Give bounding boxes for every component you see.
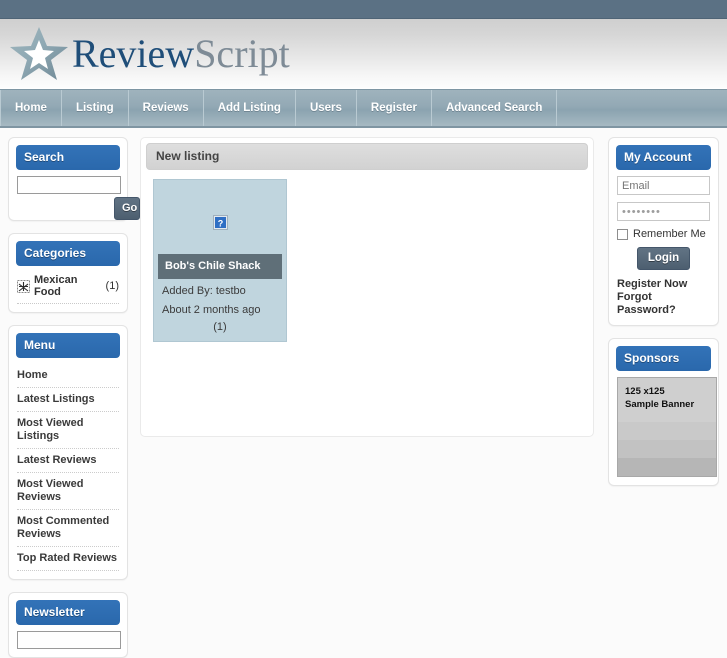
search-widget: Search Go [8,137,140,221]
sponsors-widget-body: 125 x125 Sample Banner [609,377,718,477]
menu-item-most-viewed-listings[interactable]: Most Viewed Listings [17,412,119,449]
main-navigation: Home Listing Reviews Add Listing Users R… [0,89,727,128]
remember-me-checkbox[interactable] [617,228,628,240]
sponsor-banner-size: 125 x125 [625,386,665,397]
nav-add-listing[interactable]: Add Listing [204,90,296,126]
banner-band-1 [618,422,716,440]
newsletter-widget: Newsletter [8,592,128,658]
nav-home[interactable]: Home [0,90,62,126]
logo-text-secondary: Script [194,31,290,76]
listing-rating-count: (1) [213,321,227,333]
newsletter-email-input[interactable] [17,631,121,649]
broken-image-icon: ? [212,214,228,230]
banner-band-3 [618,458,716,476]
menu-widget-title: Menu [16,333,120,358]
star-icon [10,27,68,80]
categories-widget-body: Mexican Food (1) [9,272,127,304]
password-field[interactable] [617,202,710,221]
category-item-mexican-food[interactable]: Mexican Food (1) [17,272,119,304]
new-listing-panel: New listing ? Bob's Chile Shack Added By… [140,137,594,437]
menu-widget: Menu Home Latest Listings Most Viewed Li… [8,325,128,580]
email-field[interactable] [617,176,710,195]
sponsors-widget: Sponsors 125 x125 Sample Banner [608,338,719,486]
logo-wordmark: ReviewScript [72,34,290,74]
forgot-password-link[interactable]: Forgot Password? [617,291,710,317]
remember-me-row[interactable]: Remember Me [617,228,710,240]
search-widget-title: Search [16,145,120,170]
listing-card[interactable]: ? Bob's Chile Shack Added By: testbo Abo… [153,179,287,342]
newsletter-widget-body [9,631,127,649]
left-sidebar: Search Go Categories Mexican Food (1) Me… [0,137,140,658]
sponsor-banner-text: 125 x125 Sample Banner [618,378,716,411]
top-accent-bar [0,0,727,19]
menu-item-latest-reviews[interactable]: Latest Reviews [17,449,119,473]
categories-widget-title: Categories [16,241,120,266]
menu-item-most-commented-reviews[interactable]: Most Commented Reviews [17,510,119,547]
my-account-widget-body: Remember Me Login Register Now Forgot Pa… [609,176,718,317]
menu-widget-body: Home Latest Listings Most Viewed Listing… [9,364,127,571]
nav-reviews[interactable]: Reviews [129,90,204,126]
menu-item-top-rated-reviews[interactable]: Top Rated Reviews [17,547,119,571]
page-content: Search Go Categories Mexican Food (1) Me… [0,128,727,658]
sponsor-banner[interactable]: 125 x125 Sample Banner [617,377,717,477]
svg-text:?: ? [217,218,223,228]
broken-image-icon [17,279,30,293]
site-header: ReviewScript [0,19,727,89]
menu-list: Home Latest Listings Most Viewed Listing… [17,364,119,571]
remember-me-label: Remember Me [633,228,706,240]
category-label: Mexican Food [34,274,78,298]
category-count: (1) [105,280,119,292]
menu-item-latest-listings[interactable]: Latest Listings [17,388,119,412]
menu-item-most-viewed-reviews[interactable]: Most Viewed Reviews [17,473,119,510]
search-widget-body [9,176,127,194]
listing-age: About 2 months ago [162,304,261,316]
nav-advanced-search[interactable]: Advanced Search [432,90,558,126]
page-root: ReviewScript Home Listing Reviews Add Li… [0,0,727,658]
site-logo[interactable]: ReviewScript [8,25,290,83]
sponsors-widget-title: Sponsors [616,346,711,371]
logo-text-primary: Review [72,31,195,76]
listing-added-by: Added By: testbo [162,285,246,297]
login-button[interactable]: Login [636,247,691,270]
nav-listing[interactable]: Listing [62,90,129,126]
panel-title: New listing [146,143,588,170]
nav-users[interactable]: Users [296,90,357,126]
sponsor-banner-caption: Sample Banner [625,399,695,410]
nav-register[interactable]: Register [357,90,432,126]
categories-widget: Categories Mexican Food (1) [8,233,128,313]
listing-thumbnail: ? [154,180,286,248]
my-account-widget: My Account Remember Me Login Register No… [608,137,719,326]
register-now-link[interactable]: Register Now [617,278,710,291]
listing-grid: ? Bob's Chile Shack Added By: testbo Abo… [141,170,593,342]
main-column: New listing ? Bob's Chile Shack Added By… [136,137,600,549]
nav-filler [557,90,727,126]
search-go-button[interactable]: Go [114,197,140,220]
banner-band-2 [618,440,716,458]
newsletter-widget-title: Newsletter [16,600,120,625]
my-account-widget-title: My Account [616,145,711,170]
menu-item-home[interactable]: Home [17,364,119,388]
login-button-wrap: Login [617,247,710,270]
search-input[interactable] [17,176,121,194]
right-sidebar: My Account Remember Me Login Register No… [600,137,727,549]
listing-title[interactable]: Bob's Chile Shack [158,254,282,279]
